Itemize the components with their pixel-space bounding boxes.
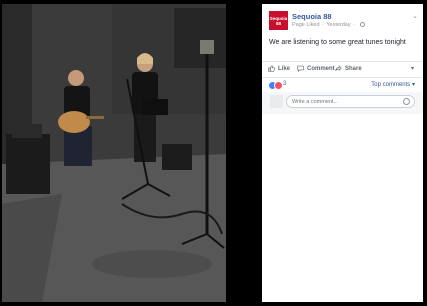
page-liked-status: Page Liked [292,22,320,28]
comment-input[interactable] [286,95,415,108]
post-panel: Sequoia 88 Sequoia 88 Page Liked · Yeste… [262,4,423,302]
post-meta: Page Liked · Yesterday · [292,22,365,28]
thumbs-up-icon [268,65,275,72]
caret-down-icon[interactable]: ▾ [411,65,414,72]
meta-separator: · [353,22,355,28]
love-reaction-icon[interactable] [274,81,283,90]
like-button[interactable]: Like [268,65,290,72]
share-button[interactable]: Share [335,65,362,72]
post-header: Sequoia 88 Sequoia 88 Page Liked · Yeste… [269,11,419,31]
page-logo[interactable]: Sequoia 88 [269,11,288,30]
post-timestamp[interactable]: Yesterday [326,22,350,28]
share-label: Share [345,65,362,72]
comment-icon [297,65,304,72]
page-name-link[interactable]: Sequoia 88 [292,12,332,21]
top-comments-dropdown[interactable]: Top comments ▾ [371,81,415,88]
avatar [270,95,283,108]
emoji-icon[interactable] [403,98,410,105]
meta-separator: · [322,22,324,28]
like-label: Like [278,65,291,72]
globe-icon [359,22,365,27]
photo-image [2,4,226,302]
comment-button[interactable]: Comment [297,65,335,72]
post-photo[interactable] [2,4,226,302]
comment-label: Comment [307,65,335,72]
reaction-count[interactable]: 3 [283,81,286,87]
share-icon [335,65,342,72]
post-text: We are listening to some great tunes ton… [269,39,406,46]
chevron-down-icon[interactable]: ⌄ [412,13,419,20]
comment-composer [262,92,423,114]
logo-text-bottom: 88 [275,20,281,26]
